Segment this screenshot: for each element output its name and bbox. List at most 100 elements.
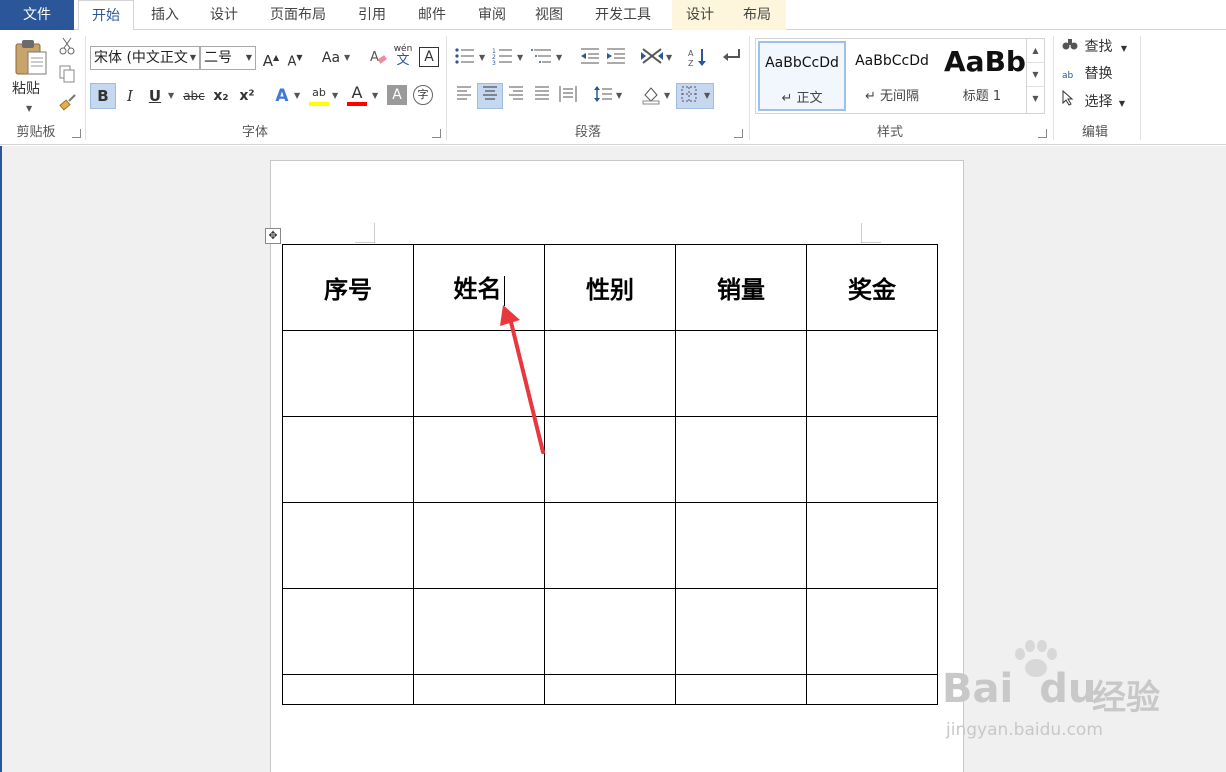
scroll-up-icon[interactable]: ▲	[1027, 39, 1044, 63]
chevron-down-icon[interactable]: ▼	[190, 47, 196, 69]
borders-icon[interactable]	[678, 85, 700, 107]
tab-developer[interactable]: 开发工具	[578, 0, 668, 30]
chevron-down-icon[interactable]: ▼	[294, 85, 300, 107]
tab-mailings[interactable]: 邮件	[404, 0, 460, 30]
style-normal[interactable]: AaBbCcDd ↵ 正文	[758, 41, 846, 111]
table-move-handle-icon[interactable]: ✥	[265, 228, 281, 244]
table-cell[interactable]	[675, 416, 807, 503]
font-name-combo[interactable]: 宋体 (中文正文 ▼	[90, 46, 200, 70]
table-cell[interactable]	[282, 330, 414, 417]
tab-table-layout[interactable]: 布局	[728, 0, 786, 30]
tab-view[interactable]: 视图	[524, 0, 574, 30]
table-header-cell[interactable]: 奖金	[806, 244, 938, 331]
line-spacing-icon[interactable]	[592, 85, 614, 107]
table-cell[interactable]	[413, 588, 545, 675]
increase-indent-icon[interactable]	[604, 47, 628, 69]
chevron-down-icon[interactable]: ▼	[246, 47, 252, 69]
clipboard-launcher-icon[interactable]	[72, 129, 81, 138]
numbering-icon[interactable]: 123	[491, 47, 515, 69]
underline-button[interactable]: U	[145, 85, 165, 107]
chevron-down-icon[interactable]: ▼	[666, 47, 672, 69]
align-left-icon[interactable]	[453, 85, 475, 107]
tab-table-design[interactable]: 设计	[672, 0, 728, 30]
paste-button[interactable]: 粘贴	[12, 78, 40, 98]
enclose-characters-icon[interactable]: 字	[413, 85, 433, 105]
chevron-down-icon[interactable]: ▼	[1121, 44, 1127, 53]
table-cell[interactable]	[675, 330, 807, 417]
show-marks-icon[interactable]	[720, 47, 744, 69]
highlight-icon[interactable]: ab	[308, 82, 330, 104]
table-cell[interactable]	[544, 674, 676, 705]
table-cell[interactable]	[544, 588, 676, 675]
justify-icon[interactable]	[531, 85, 553, 107]
tab-home[interactable]: 开始	[78, 0, 134, 31]
chevron-down-icon[interactable]: ▼	[372, 85, 378, 107]
character-shading-icon[interactable]: A	[387, 85, 407, 105]
select-button[interactable]: 选择 ▼	[1062, 89, 1125, 112]
find-button[interactable]: 查找 ▼	[1062, 36, 1127, 58]
chevron-down-icon[interactable]: ▼	[556, 47, 562, 69]
table-cell[interactable]	[806, 502, 938, 589]
scroll-down-icon[interactable]: ▼	[1027, 63, 1044, 87]
subscript-button[interactable]: x₂	[210, 85, 232, 107]
font-launcher-icon[interactable]	[432, 129, 441, 138]
table-header-cell[interactable]: 序号	[282, 244, 414, 331]
tab-insert[interactable]: 插入	[138, 0, 192, 30]
superscript-button[interactable]: x²	[236, 85, 258, 107]
phonetic-guide-icon[interactable]: wén 文	[392, 42, 414, 67]
style-heading-1[interactable]: AaBb 标题 1	[938, 41, 1026, 111]
table-header-cell[interactable]: 性别	[544, 244, 676, 331]
tab-file[interactable]: 文件	[0, 0, 74, 30]
table-cell[interactable]	[413, 330, 545, 417]
chevron-down-icon[interactable]: ▼	[332, 85, 338, 107]
distribute-icon[interactable]	[557, 85, 579, 107]
format-painter-icon[interactable]	[57, 92, 79, 114]
replace-button[interactable]: ab 替换	[1062, 63, 1112, 85]
tab-design[interactable]: 设计	[196, 0, 252, 30]
align-center-icon[interactable]	[479, 85, 501, 107]
table-cell[interactable]	[282, 502, 414, 589]
multilevel-list-icon[interactable]	[530, 47, 554, 69]
decrease-indent-icon[interactable]	[578, 47, 602, 69]
paste-icon[interactable]	[14, 38, 48, 76]
table-cell[interactable]	[675, 674, 807, 705]
table-cell[interactable]	[413, 502, 545, 589]
chevron-down-icon[interactable]: ▼	[704, 85, 710, 107]
text-effects-icon[interactable]: A	[272, 85, 292, 107]
table-cell[interactable]	[282, 674, 414, 705]
table-cell[interactable]	[806, 588, 938, 675]
clear-formatting-icon[interactable]: A	[368, 47, 388, 69]
table-cell[interactable]	[544, 330, 676, 417]
change-case-icon[interactable]: Aa	[318, 47, 344, 69]
sort-icon[interactable]: AZ	[686, 47, 710, 69]
chevron-down-icon[interactable]: ▼	[344, 47, 350, 69]
table-cell[interactable]	[413, 674, 545, 705]
copy-icon[interactable]	[57, 64, 77, 86]
bullets-icon[interactable]	[453, 47, 477, 69]
chinese-layout-icon[interactable]	[640, 47, 664, 69]
chevron-down-icon[interactable]: ▼	[517, 47, 523, 69]
table-cell[interactable]	[282, 588, 414, 675]
character-border-icon[interactable]: A	[419, 47, 439, 67]
font-color-icon[interactable]: A	[346, 82, 368, 104]
table-cell[interactable]	[806, 330, 938, 417]
paragraph-shading-icon[interactable]	[640, 85, 662, 107]
table-cell[interactable]	[675, 588, 807, 675]
chevron-down-icon[interactable]: ▼	[616, 85, 622, 107]
align-right-icon[interactable]	[505, 85, 527, 107]
table-header-cell[interactable]: 销量	[675, 244, 807, 331]
tab-references[interactable]: 引用	[344, 0, 400, 30]
styles-launcher-icon[interactable]	[1038, 129, 1047, 138]
italic-button[interactable]: I	[120, 85, 140, 107]
table-header-cell[interactable]: 姓名	[413, 244, 545, 331]
chevron-down-icon[interactable]: ▼	[1119, 99, 1125, 108]
document-table[interactable]: 序号 姓名 性别 销量 奖金	[282, 244, 938, 705]
paste-dropdown-icon[interactable]: ▼	[26, 98, 32, 120]
tab-review[interactable]: 审阅	[464, 0, 520, 30]
strikethrough-button[interactable]: abc	[182, 85, 206, 107]
chevron-down-icon[interactable]: ▼	[479, 47, 485, 69]
table-cell[interactable]	[806, 674, 938, 705]
font-size-combo[interactable]: 二号 ▼	[200, 46, 256, 70]
table-cell[interactable]	[413, 416, 545, 503]
cut-icon[interactable]	[57, 36, 77, 58]
